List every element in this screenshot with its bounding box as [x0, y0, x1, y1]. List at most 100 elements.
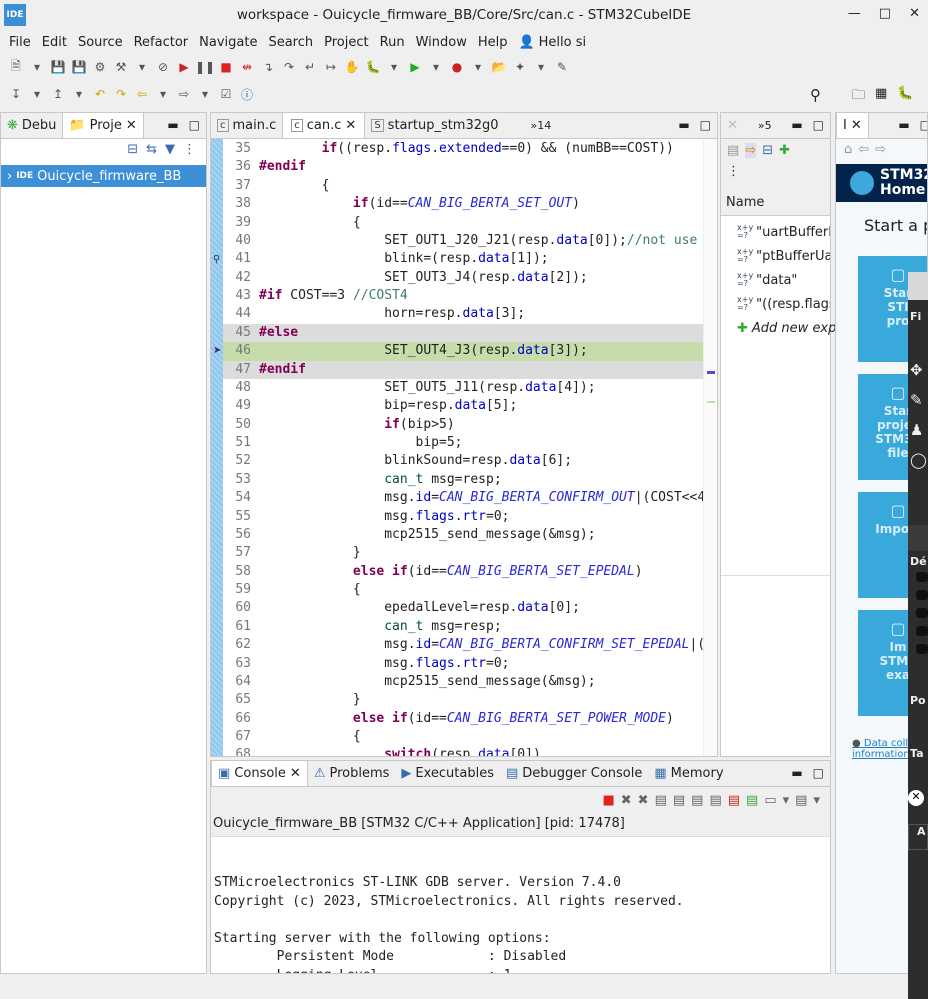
debug-icon[interactable]: 🐛: [365, 59, 381, 75]
tab-debugger-console[interactable]: ▤ Debugger Console: [500, 761, 648, 786]
scroll-lock-icon[interactable]: ▤: [673, 793, 685, 808]
code-line[interactable]: 43 #if COST==3 //COST4: [223, 287, 703, 305]
code-area[interactable]: 35 if((resp.flags.extended==0) && (numBB…: [223, 140, 703, 756]
code-line[interactable]: 54 msg.id=CAN_BIG_BERTA_CONFIRM_OUT|(COS…: [223, 489, 703, 507]
dropdown-icon[interactable]: ▾: [428, 59, 444, 75]
tab-executables[interactable]: ▶ Executables: [395, 761, 500, 786]
add-new-expression[interactable]: ✚ Add new expr: [721, 316, 842, 340]
external-tools-icon[interactable]: ●: [449, 59, 465, 75]
code-line[interactable]: 44 horn=resp.data[3];: [223, 305, 703, 323]
code-line[interactable]: 66 else if(id==CAN_BIG_BERTA_SET_POWER_M…: [223, 710, 703, 728]
step-over-icon[interactable]: ↷: [281, 59, 297, 75]
expression-item[interactable]: x+y =? "uartBufferR: [721, 220, 830, 244]
menu-run[interactable]: Run: [379, 35, 415, 50]
code-line[interactable]: 68 switch(resp.data[0]): [223, 746, 703, 756]
prev-annotation-icon[interactable]: ↥: [50, 86, 66, 102]
chevron-right-icon[interactable]: ›: [7, 169, 12, 184]
show-type-icon[interactable]: ▤: [727, 143, 739, 158]
step-return-icon[interactable]: ↵: [302, 59, 318, 75]
code-line[interactable]: 67 {: [223, 728, 703, 746]
maximize-icon[interactable]: □: [189, 118, 200, 132]
dropdown-icon[interactable]: ▾: [533, 59, 549, 75]
maximize-icon[interactable]: □: [813, 118, 824, 132]
remove-all-icon[interactable]: ✖: [638, 793, 649, 808]
pin-console-icon[interactable]: ▤: [746, 793, 758, 808]
show-stdout-icon[interactable]: ▤: [709, 793, 721, 808]
user-menu[interactable]: 👤 Hello si: [517, 35, 596, 50]
menu-source[interactable]: Source: [77, 35, 133, 50]
menu-file[interactable]: File: [8, 35, 41, 50]
open-folder-icon[interactable]: 📂: [491, 59, 507, 75]
run-icon[interactable]: ▶: [407, 59, 423, 75]
minimize-icon[interactable]: ▬: [791, 766, 802, 780]
word-wrap-icon[interactable]: ▤: [691, 793, 703, 808]
code-line[interactable]: 42 SET_OUT3_J4(resp.data[2]);: [223, 269, 703, 287]
search-icon[interactable]: ⚲: [810, 86, 821, 104]
last-edit-icon[interactable]: ↶: [92, 86, 108, 102]
dropdown-icon[interactable]: ▾: [134, 59, 150, 75]
save-icon[interactable]: 💾: [50, 59, 66, 75]
dropdown-icon[interactable]: ▾: [71, 86, 87, 102]
maximize-icon[interactable]: □: [700, 118, 711, 132]
tab-memory[interactable]: ▦ Memory: [648, 761, 729, 786]
menu-navigate[interactable]: Navigate: [198, 35, 267, 50]
forward-icon[interactable]: ⇨: [176, 86, 192, 102]
maximize-icon[interactable]: □: [920, 118, 927, 132]
minimize-icon[interactable]: ▬: [791, 118, 802, 132]
step-into-icon[interactable]: ↴: [260, 59, 276, 75]
tab-console[interactable]: ▣ Console ✕: [211, 761, 308, 786]
close-icon[interactable]: ✕: [290, 766, 301, 781]
console-output[interactable]: STMicroelectronics ST-LINK GDB server. V…: [211, 837, 830, 973]
wand-icon[interactable]: ✦: [512, 59, 528, 75]
link-editor-icon[interactable]: ⇆: [146, 142, 157, 160]
annotation-icon[interactable]: ↧: [8, 86, 24, 102]
home-icon[interactable]: ⌂: [844, 142, 852, 161]
show-logical-icon[interactable]: ⇨: [745, 143, 757, 158]
code-line[interactable]: 35 if((resp.flags.extended==0) && (numBB…: [223, 140, 703, 158]
debug-perspective-icon[interactable]: 🐛: [897, 86, 913, 108]
close-icon[interactable]: ✕: [126, 118, 137, 133]
code-line[interactable]: 57 }: [223, 544, 703, 562]
new-console-icon[interactable]: ▤: [795, 793, 807, 808]
code-line[interactable]: 41 blink=(resp.data[1]);: [223, 250, 703, 268]
dropdown-icon[interactable]: ▾: [29, 59, 45, 75]
expression-item[interactable]: x+y =? "data": [721, 268, 830, 292]
code-line[interactable]: 49 bip=resp.data[5];: [223, 397, 703, 415]
view-menu-icon[interactable]: ⋮: [183, 142, 196, 160]
terminate-icon[interactable]: ■: [218, 59, 234, 75]
menu-window[interactable]: Window: [415, 35, 477, 50]
tab-main-c[interactable]: c main.c: [211, 112, 282, 138]
tree-item-project[interactable]: › IDE Ouicycle_firmware_BB: [1, 165, 206, 187]
tab-can-c[interactable]: c can.c ✕: [282, 112, 366, 138]
menu-project[interactable]: Project: [323, 35, 378, 50]
tab-overflow[interactable]: »14: [525, 112, 558, 138]
close-icon[interactable]: ✕: [851, 118, 862, 133]
code-line[interactable]: 58 else if(id==CAN_BIG_BERTA_SET_EPEDAL): [223, 563, 703, 581]
dropdown-icon[interactable]: ▾: [813, 793, 820, 808]
new-icon[interactable]: 🗎: [8, 59, 24, 75]
code-line[interactable]: 52 blinkSound=resp.data[6];: [223, 452, 703, 470]
code-line[interactable]: 38 if(id==CAN_BIG_BERTA_SET_OUT): [223, 195, 703, 213]
code-line[interactable]: 63 msg.flags.rtr=0;: [223, 655, 703, 673]
code-line[interactable]: 60 epedalLevel=resp.data[0];: [223, 599, 703, 617]
menu-help[interactable]: Help: [477, 35, 518, 50]
remove-launch-icon[interactable]: ✖: [621, 793, 632, 808]
code-line[interactable]: 53 can_t msg=resp;: [223, 471, 703, 489]
code-line[interactable]: 64 mcp2515_send_message(&msg);: [223, 673, 703, 691]
next-edit-icon[interactable]: ↷: [113, 86, 129, 102]
back-icon[interactable]: ⇦: [858, 142, 869, 161]
expression-item[interactable]: x+y=?"((resp.flags.e: [721, 292, 830, 316]
dropdown-icon[interactable]: ▾: [470, 59, 486, 75]
terminate-icon[interactable]: ■: [602, 793, 614, 808]
close-icon[interactable]: ✕: [721, 112, 744, 138]
minimize-icon[interactable]: ▬: [678, 118, 689, 132]
cpp-perspective-icon[interactable]: ▦: [875, 86, 887, 108]
dropdown-icon[interactable]: ▾: [29, 86, 45, 102]
tab-problems[interactable]: ⚠ Problems: [308, 761, 396, 786]
menu-refactor[interactable]: Refactor: [133, 35, 199, 50]
tab-startup[interactable]: Sstartup_stm32g0: [365, 112, 504, 138]
code-line[interactable]: 36 #endif: [223, 158, 703, 176]
maximize-button[interactable]: □: [879, 6, 891, 21]
forward-icon[interactable]: ⇨: [875, 142, 886, 161]
disconnect-icon[interactable]: ↮: [239, 59, 255, 75]
